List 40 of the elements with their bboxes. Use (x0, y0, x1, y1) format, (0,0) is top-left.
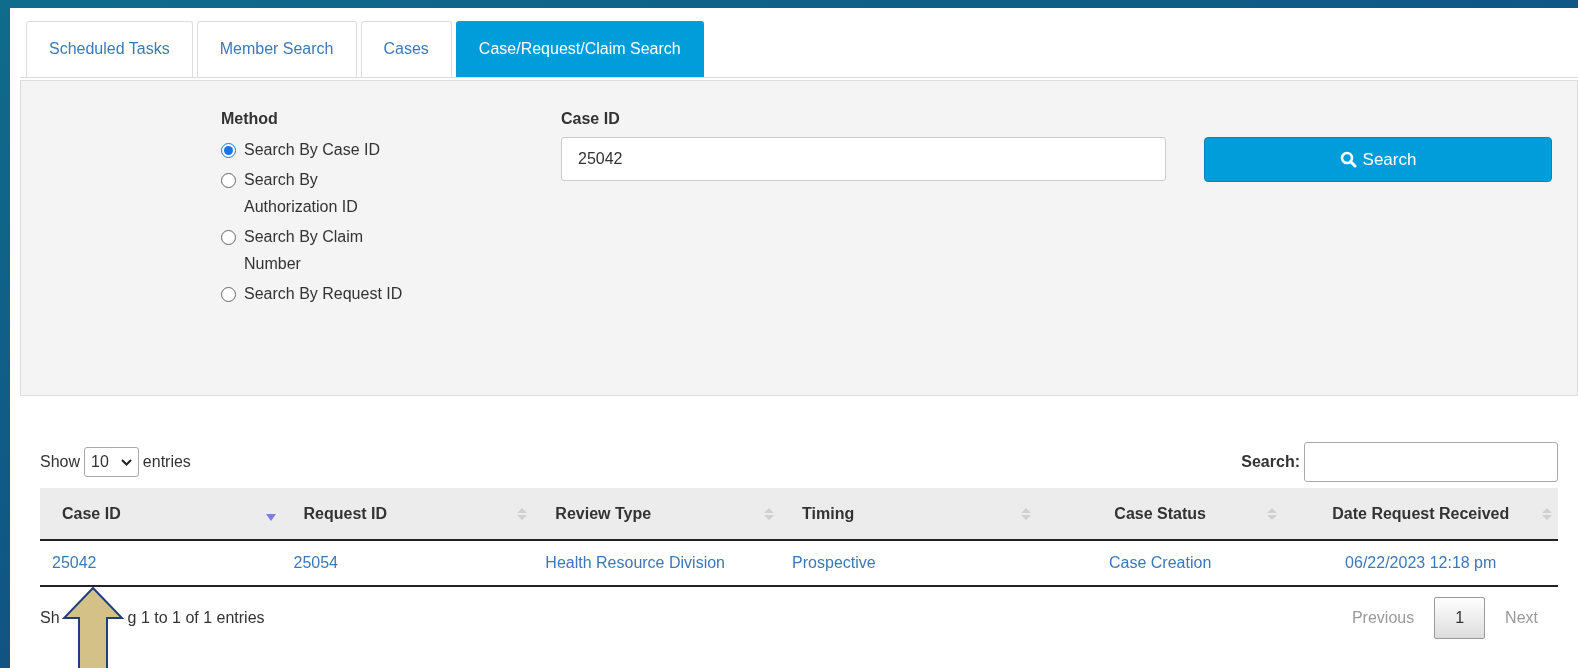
page-button[interactable]: 1 (1434, 597, 1486, 639)
entries-info: Sh (40, 608, 60, 628)
table-link[interactable]: Prospective (792, 554, 876, 571)
table-link[interactable]: 25054 (293, 554, 338, 571)
tab[interactable]: Cases (360, 21, 452, 77)
tab[interactable]: Case/Request/Claim Search (455, 21, 704, 77)
radio-label: Search By Request ID (244, 283, 403, 304)
method-label: Method (221, 109, 279, 129)
caret-icon (120, 458, 132, 466)
search-label: Search: (1241, 452, 1300, 472)
tab[interactable]: Scheduled Tasks (26, 21, 193, 77)
table-link[interactable]: Case Creation (1109, 554, 1212, 571)
radio-label: Search By Case ID (244, 140, 381, 160)
radio-button[interactable] (221, 286, 236, 302)
search-button[interactable]: Search (1204, 137, 1552, 182)
show-label: Show (40, 452, 81, 472)
radio-button[interactable] (221, 143, 236, 158)
table-link[interactable]: Health Resource Division (545, 554, 725, 571)
entries-info: g 1 to 1 of 1 entries (127, 608, 265, 628)
column-header[interactable]: Case ID (40, 488, 282, 540)
table-link[interactable]: 06/22/2023 12:18 pm (1345, 554, 1497, 571)
case-id-field[interactable]: 25042 (561, 137, 1166, 181)
next-link[interactable]: Next (1485, 598, 1558, 638)
column-header[interactable]: Timing (780, 488, 1037, 540)
radio-label: Search By Claim Number (244, 227, 365, 274)
column-header[interactable]: Date Request Received (1283, 488, 1558, 540)
radio-label: Search By Authorization ID (244, 170, 359, 217)
table-link[interactable]: 25042 (52, 554, 97, 571)
radio-button[interactable] (221, 173, 236, 189)
column-header[interactable]: Request ID (281, 488, 534, 540)
previous-link[interactable]: Previous (1331, 598, 1435, 638)
page-size-select[interactable]: 10 (84, 447, 139, 477)
radio-button[interactable] (221, 230, 236, 246)
tab[interactable]: Member Search (196, 21, 357, 77)
field-label: Case ID (561, 109, 621, 129)
search-icon (1339, 151, 1357, 168)
column-header[interactable]: Review Type (533, 488, 781, 540)
entries-label: entries (142, 452, 191, 472)
table-search-field[interactable] (1304, 442, 1558, 482)
column-header[interactable]: Case Status (1036, 488, 1284, 540)
